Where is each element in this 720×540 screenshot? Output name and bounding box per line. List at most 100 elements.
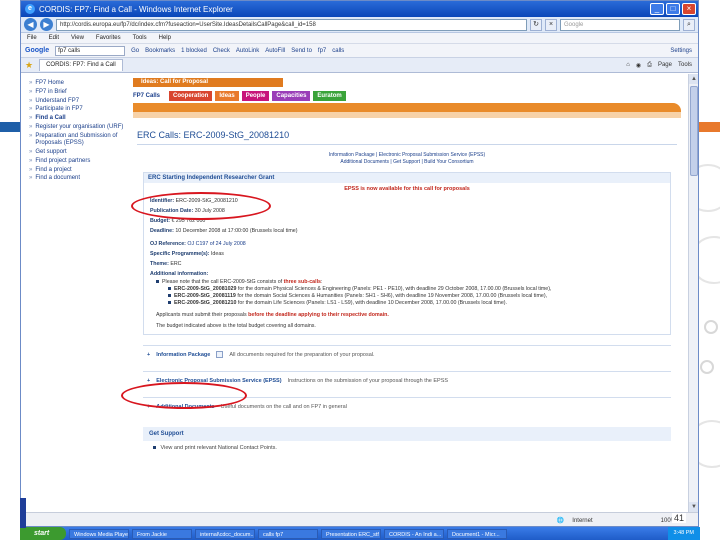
decor-dot (704, 320, 718, 334)
taskbar-item[interactable]: From Jackie (132, 528, 192, 539)
home-icon[interactable]: ⌂ (626, 62, 630, 68)
maximize-button[interactable]: □ (666, 3, 680, 15)
autofill-button[interactable]: AutoFill (265, 48, 285, 54)
tab-euratom[interactable]: Euratom (313, 91, 346, 101)
nav-item-find-partners[interactable]: » Find project partners (29, 158, 131, 165)
taskbar-item[interactable]: CORDIS - An Indi a... (384, 528, 444, 539)
taskbar-item[interactable]: calls fp7 (258, 528, 318, 539)
subcall-item: ERC-2009-StG_20081210 for the domain Lif… (150, 300, 664, 307)
page-menu[interactable]: Page (658, 62, 672, 68)
print-icon[interactable]: ⎙ (647, 62, 652, 69)
slide: e CORDIS: FP7: Find a Call - Windows Int… (0, 0, 720, 540)
nav-item-register-organisation[interactable]: » Register your organisation (URF) (29, 124, 131, 131)
nav-item-fp7-in-brief[interactable]: » FP7 in Brief (29, 89, 131, 96)
expand-plus-icon[interactable]: + (147, 378, 150, 384)
tab-people[interactable]: People (241, 91, 270, 101)
window-title: CORDIS: FP7: Find a Call - Windows Inter… (39, 4, 233, 14)
minimize-button[interactable]: _ (650, 3, 664, 15)
nav-item-participate[interactable]: » Participate in FP7 (29, 106, 131, 113)
nav-item-find-a-call[interactable]: » Find a Call (29, 115, 131, 122)
highlight-fp7-button[interactable]: fp7 (318, 48, 326, 54)
section-information-package[interactable]: + Information Package All documents requ… (143, 345, 671, 363)
page-title: ERC Calls: ERC-2009-StG_20081210 (137, 130, 290, 140)
security-zone: Internet (572, 517, 593, 524)
expand-box-icon[interactable] (216, 351, 224, 359)
vertical-scrollbar[interactable]: ▲ ▼ (688, 74, 698, 512)
quick-links: Information Package | Electronic Proposa… (133, 152, 681, 166)
menu-file[interactable]: File (27, 35, 37, 41)
left-navigation: » FP7 Home » FP7 in Brief » Understand FP7 … (29, 80, 131, 184)
close-button[interactable]: × (682, 3, 696, 15)
nav-item-fp7-home[interactable]: » FP7 Home (29, 80, 131, 87)
slide-blue-tab (20, 498, 26, 528)
applicants-note: Applicants must submit their proposals b… (156, 312, 389, 319)
popup-blocked-button[interactable]: 1 blocked (181, 48, 207, 54)
scroll-thumb[interactable] (690, 86, 698, 176)
taskbar-item[interactable]: Windows Media Player (69, 528, 129, 539)
menu-favorites[interactable]: Favorites (96, 35, 121, 41)
send-to-button[interactable]: Send to (291, 48, 312, 54)
nav-item-find-project[interactable]: » Find a project (29, 167, 131, 174)
autolink-button[interactable]: AutoLink (236, 48, 259, 54)
epss-notice: EPSS is now available for this call for … (344, 186, 470, 192)
orange-header-band (133, 103, 681, 112)
taskbar-item[interactable]: Presentation ERC_stf (321, 528, 381, 539)
google-toolbar: Google fp7 calls Go Bookmarks 1 blocked … (21, 44, 698, 58)
nav-item-get-support[interactable]: » Get support (29, 149, 131, 156)
system-clock: 3:48 PM (667, 527, 700, 540)
decor-dot (700, 360, 714, 374)
expand-plus-icon[interactable]: + (147, 352, 150, 358)
nav-item-understand-fp7[interactable]: » Understand FP7 (29, 98, 131, 105)
call-box-title: ERC Starting Independent Researcher Gran… (144, 173, 670, 183)
oj-reference-row: OJ Reference: OJ C197 of 24 July 2008 (150, 241, 246, 247)
scroll-down-icon[interactable]: ▼ (689, 502, 698, 512)
tools-menu[interactable]: Tools (678, 62, 692, 68)
nav-item-preparation-submission[interactable]: » Preparation and Submission of Proposals… (29, 133, 131, 148)
taskbar-item[interactable]: Document1 - Micr... (447, 528, 507, 539)
browser-tab[interactable]: CORDIS: FP7: Find a Call (39, 59, 123, 71)
menu-help[interactable]: Help (159, 35, 171, 41)
additional-info-label: Additional information: (150, 271, 209, 277)
bookmarks-button[interactable]: Bookmarks (145, 48, 175, 54)
quick-links-line-2[interactable]: Additional Documents | Get Support | Bui… (133, 159, 681, 166)
nav-item-find-document[interactable]: » Find a document (29, 175, 131, 182)
scroll-up-icon[interactable]: ▲ (689, 74, 698, 84)
get-support-item[interactable]: View and print relevant National Contact… (143, 441, 671, 455)
title-divider (137, 144, 677, 145)
search-input[interactable]: Google (560, 18, 680, 31)
stop-icon[interactable]: × (545, 18, 557, 31)
start-button[interactable]: start (20, 527, 66, 540)
google-go-button[interactable]: Go (131, 48, 139, 54)
address-bar: ◀ ▶ http://cordis.europa.eu/fp7/dc/index… (21, 17, 698, 33)
tab-ideas[interactable]: Ideas (215, 91, 239, 101)
google-logo: Google (25, 47, 50, 54)
budget-row: Budget: € 295 762 000 (150, 218, 206, 224)
specific-programme-row: Specific Programme(s): Ideas (150, 251, 224, 257)
tab-capacities[interactable]: Capacities (272, 91, 311, 101)
menu-edit[interactable]: Edit (49, 35, 59, 41)
refresh-icon[interactable]: ↻ (530, 18, 542, 31)
slide-blue-bar (0, 122, 22, 132)
subcall-item: ERC-2009-StG_20081119 for the domain Soc… (150, 293, 664, 300)
menu-view[interactable]: View (71, 35, 84, 41)
header-band-shadow (133, 112, 681, 118)
feeds-icon[interactable]: ◉ (636, 62, 641, 69)
get-support-heading: Get Support (143, 427, 671, 442)
settings-button[interactable]: Settings (670, 48, 692, 54)
information-package-highlight-ellipse (121, 382, 247, 409)
menu-tools[interactable]: Tools (133, 35, 147, 41)
forward-icon[interactable]: ▶ (40, 18, 53, 31)
title-bar: e CORDIS: FP7: Find a Call - Windows Int… (21, 1, 698, 17)
taskbar-item[interactable]: internal\cdcc_docum... (195, 528, 255, 539)
tab-cooperation[interactable]: Cooperation (169, 91, 213, 101)
url-input[interactable]: http://cordis.europa.eu/fp7/dc/index.cfm… (56, 18, 527, 31)
slide-page-number: 41 (672, 513, 687, 523)
search-icon[interactable]: ⌕ (683, 18, 695, 31)
favorites-star-icon[interactable]: ★ (25, 60, 33, 71)
check-button[interactable]: Check (213, 48, 230, 54)
browser-window: e CORDIS: FP7: Find a Call - Windows Int… (20, 0, 699, 527)
quick-links-line-1[interactable]: Information Package | Electronic Proposa… (133, 152, 681, 159)
highlight-calls-button[interactable]: calls (332, 48, 344, 54)
back-icon[interactable]: ◀ (24, 18, 37, 31)
google-search-input[interactable]: fp7 calls (55, 45, 126, 56)
